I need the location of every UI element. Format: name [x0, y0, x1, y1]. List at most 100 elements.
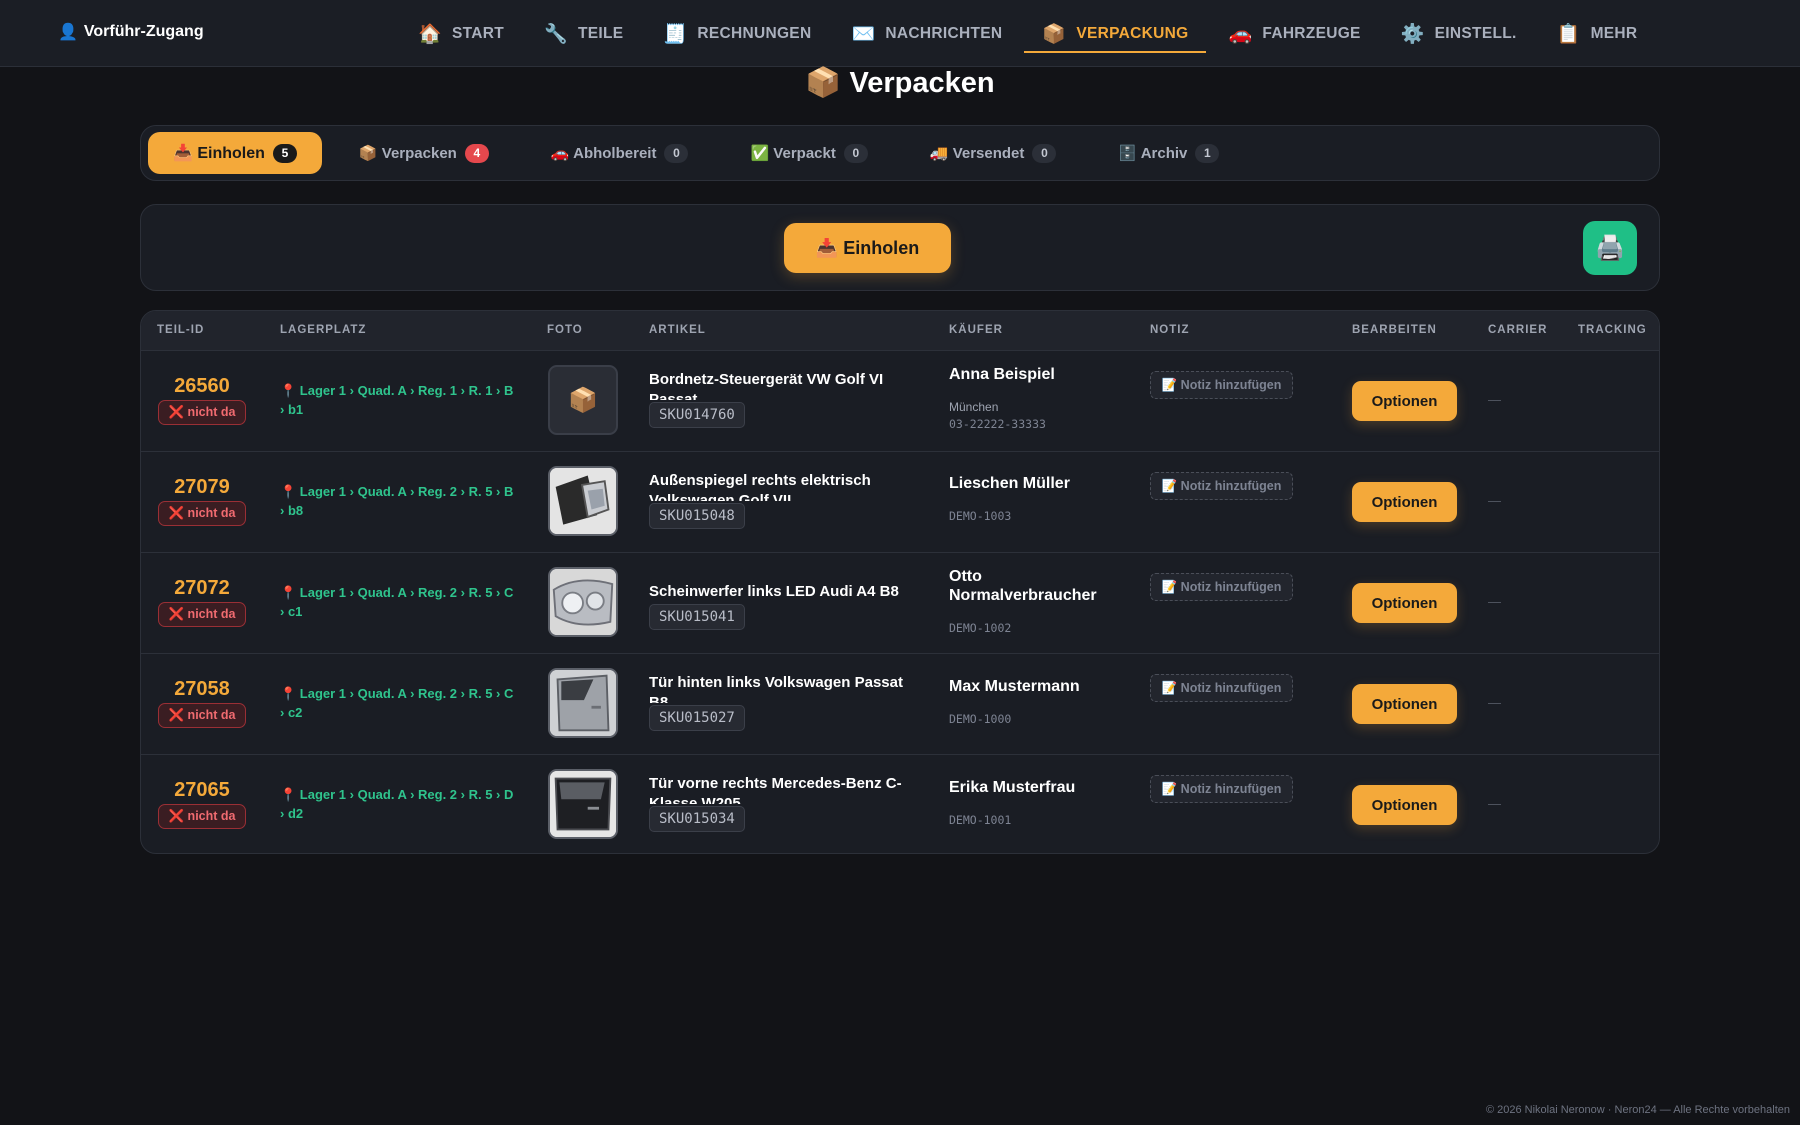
status-badge: ❌ nicht da [157, 602, 247, 627]
add-note-button[interactable]: 📝 Notiz hinzufügen [1150, 472, 1293, 500]
einholen-button[interactable]: 📥 Einholen [784, 223, 951, 273]
options-button[interactable]: Optionen [1352, 684, 1457, 724]
nav-label: RECHNUNGEN [697, 24, 812, 42]
nav-start[interactable]: 🏠 START [400, 0, 522, 67]
tab-versendet[interactable]: 🚚 Versendet 0 [905, 132, 1082, 174]
tab-verpacken[interactable]: 📦 Verpacken 4 [334, 132, 514, 174]
sku-tag: SKU015034 [649, 806, 745, 832]
tab-label: 🚗 Abholbereit [550, 145, 657, 162]
part-id[interactable]: 27058 [156, 678, 248, 701]
sku-tag: SKU014760 [649, 402, 745, 428]
buyer-name: Anna Beispiel [949, 366, 1055, 383]
user-label: Vorführ-Zugang [83, 23, 204, 40]
tab-einholen[interactable]: 📥 Einholen 5 [148, 132, 322, 174]
add-note-button[interactable]: 📝 Notiz hinzufügen [1150, 674, 1293, 702]
status-badge: ❌ nicht da [157, 501, 247, 526]
carrier-value: — [1488, 594, 1501, 609]
nav-rechnungen[interactable]: 🧾 RECHNUNGEN [645, 0, 829, 67]
buyer-cell: Max Mustermann DEMO-1000 [949, 668, 1119, 726]
tab-label: 🗄️ Archiv [1118, 145, 1188, 162]
header-tracking: TRACKING [1578, 324, 1647, 336]
printer-icon: 🖨️ [1595, 234, 1625, 262]
count-badge: 0 [843, 143, 868, 163]
buyer-reference: 03-22222-33333 [949, 417, 1046, 431]
count-badge: 5 [272, 143, 297, 163]
headlight-image [550, 569, 616, 635]
status-badge: ❌ nicht da [157, 804, 247, 829]
tab-verpackt[interactable]: ✅ Verpackt 0 [725, 132, 892, 174]
print-button[interactable]: 🖨️ [1583, 221, 1637, 275]
tab-label: ✅ Verpackt [750, 145, 836, 162]
action-bar: 📥 Einholen 🖨️ [140, 204, 1660, 291]
options-button[interactable]: Optionen [1352, 785, 1457, 825]
article-title: Bordnetz-Steuergerät VW Golf VI Passat [649, 371, 884, 400]
buyer-cell: Anna Beispiel München 03-22222-33333 [949, 365, 1119, 431]
table-row: 27072 ❌ nicht da 📍 Lager 1 › Quad. A › R… [141, 553, 1659, 654]
top-navbar: 👤 Vorführ-Zugang 🏠 START 🔧 TEILE 🧾 RECHN… [0, 0, 1800, 67]
article-cell: Außenspiegel rechts elektrisch Volkswage… [649, 471, 919, 529]
tab-archiv[interactable]: 🗄️ Archiv 1 [1093, 132, 1244, 174]
table-row: 26560 ❌ nicht da 📍 Lager 1 › Quad. A › R… [141, 351, 1659, 452]
nav-teile[interactable]: 🔧 TEILE [526, 0, 641, 67]
add-note-button[interactable]: 📝 Notiz hinzufügen [1150, 775, 1293, 803]
tab-label: 📥 Einholen [173, 145, 265, 162]
nav-einstellungen[interactable]: ⚙️ EINSTELL. [1383, 0, 1535, 67]
article-title: Außenspiegel rechts elektrisch Volkswage… [649, 472, 871, 501]
nav-label: EINSTELL. [1434, 24, 1517, 42]
part-id[interactable]: 26560 [156, 375, 248, 398]
footer-copyright: © 2026 Nikolai Neronow · Neron24 — Alle … [1485, 1104, 1790, 1116]
article-cell: Tür vorne rechts Mercedes-Benz C-Klasse … [649, 774, 919, 832]
table-row: 27058 ❌ nicht da 📍 Lager 1 › Quad. A › R… [141, 654, 1659, 755]
article-cell: Scheinwerfer links LED Audi A4 B8 SKU015… [649, 572, 919, 630]
buyer-name: Otto Normalverbraucher [949, 568, 1097, 604]
headlight-photo[interactable] [548, 567, 618, 637]
storage-location: 📍 Lager 1 › Quad. A › Reg. 2 › R. 5 › D … [280, 787, 514, 821]
sku-tag: SKU015048 [649, 503, 745, 529]
tab-label: 🚚 Versendet [929, 145, 1025, 162]
storage-location: 📍 Lager 1 › Quad. A › Reg. 2 › R. 5 › C … [280, 585, 514, 619]
options-button[interactable]: Optionen [1352, 583, 1457, 623]
nav-label: VERPACKUNG [1076, 24, 1189, 42]
nav-verpackung[interactable]: 📦 VERPACKUNG [1024, 0, 1207, 67]
count-badge: 1 [1195, 143, 1220, 163]
door-photo[interactable] [548, 668, 618, 738]
header-kaeufer: KÄUFER [949, 324, 1003, 336]
options-button[interactable]: Optionen [1352, 482, 1457, 522]
status-badge: ❌ nicht da [157, 400, 247, 425]
add-note-button[interactable]: 📝 Notiz hinzufügen [1150, 371, 1293, 399]
buyer-name: Lieschen Müller [949, 475, 1070, 492]
header-lagerplatz: LAGERPLATZ [280, 324, 367, 336]
mirror-photo[interactable] [548, 466, 618, 536]
nav-mehr[interactable]: 📋 MEHR [1539, 0, 1656, 67]
header-bearbeiten: BEARBEITEN [1352, 324, 1437, 336]
parts-table: TEIL-ID LAGERPLATZ FOTO ARTIKEL KÄUFER N… [140, 310, 1660, 854]
user-account[interactable]: 👤 Vorführ-Zugang [58, 22, 204, 42]
carrier-value: — [1488, 695, 1501, 710]
add-note-button[interactable]: 📝 Notiz hinzufügen [1150, 573, 1293, 601]
part-id-cell: 27065 ❌ nicht da [156, 779, 248, 829]
part-id[interactable]: 27065 [156, 779, 248, 802]
storage-location: 📍 Lager 1 › Quad. A › Reg. 1 › R. 1 › B … [280, 383, 514, 417]
nav-label: NACHRICHTEN [885, 24, 1003, 42]
status-tabs: 📥 Einholen 5 📦 Verpacken 4 🚗 Abholbereit… [140, 125, 1660, 181]
tab-label: 📦 Verpacken [358, 145, 457, 162]
header-artikel: ARTIKEL [649, 324, 706, 336]
part-id[interactable]: 27072 [156, 577, 248, 600]
part-id[interactable]: 27079 [156, 476, 248, 499]
part-id-cell: 27058 ❌ nicht da [156, 678, 248, 728]
options-button[interactable]: Optionen [1352, 381, 1457, 421]
table-header: TEIL-ID LAGERPLATZ FOTO ARTIKEL KÄUFER N… [141, 311, 1659, 351]
door-photo[interactable] [548, 769, 618, 839]
nav-fahrzeuge[interactable]: 🚗 FAHRZEUGE [1210, 0, 1378, 67]
part-id-cell: 26560 ❌ nicht da [156, 375, 248, 425]
user-icon: 👤 [58, 24, 78, 41]
gear-icon: ⚙️ [1400, 23, 1425, 45]
storage-location: 📍 Lager 1 › Quad. A › Reg. 2 › R. 5 › C … [280, 686, 514, 720]
header-foto: FOTO [547, 324, 583, 336]
buyer-reference: DEMO-1003 [949, 509, 1012, 523]
package-placeholder-icon[interactable]: 📦 [548, 365, 618, 435]
buyer-cell: Erika Musterfrau DEMO-1001 [949, 769, 1119, 827]
article-title: Tür vorne rechts Mercedes-Benz C-Klasse … [649, 775, 902, 804]
nav-nachrichten[interactable]: ✉️ NACHRICHTEN [833, 0, 1020, 67]
tab-abholbereit[interactable]: 🚗 Abholbereit 0 [526, 132, 714, 174]
